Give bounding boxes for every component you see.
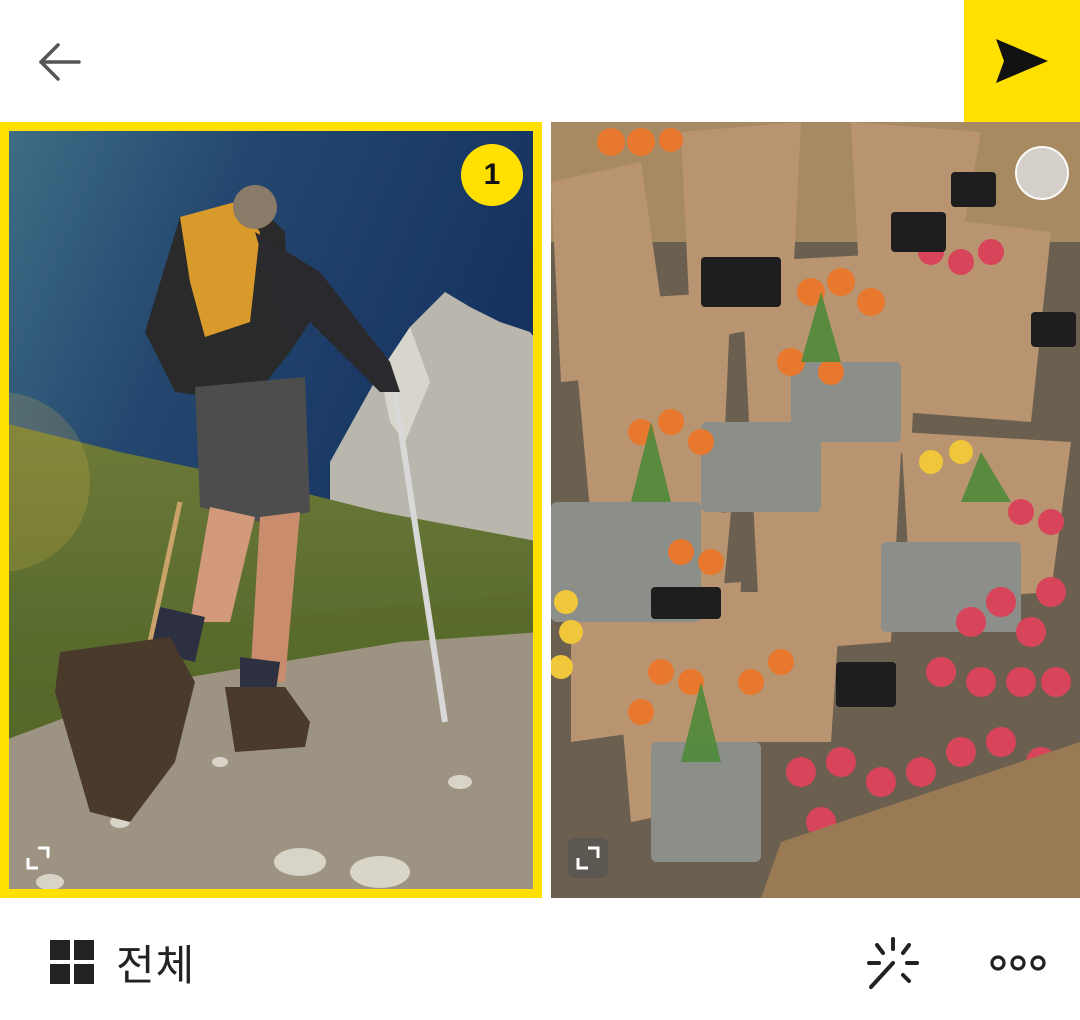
expand-icon	[576, 846, 600, 870]
expand-icon	[26, 846, 50, 870]
album-filter-all-button[interactable]: 전체	[50, 930, 195, 994]
arrow-left-icon	[39, 43, 81, 81]
album-filter-label: 전체	[116, 940, 196, 990]
top-bar	[0, 0, 1080, 122]
magic-sparkle-icon	[867, 937, 919, 989]
expand-preview-button[interactable]	[568, 838, 608, 878]
expand-preview-button[interactable]	[18, 838, 58, 878]
magic-edit-button[interactable]	[862, 932, 924, 994]
grid-icon	[50, 940, 94, 984]
select-photo-circle[interactable]	[1015, 146, 1069, 200]
hiker-photo	[0, 122, 542, 898]
back-button[interactable]	[20, 22, 100, 102]
photo-tile-tulips[interactable]	[551, 122, 1080, 898]
send-button[interactable]	[964, 0, 1080, 122]
selection-number-badge[interactable]: 1	[461, 144, 523, 206]
tulips-photo	[551, 122, 1080, 898]
photo-tile-hiker[interactable]	[0, 122, 542, 898]
send-paper-plane-icon	[996, 39, 1048, 83]
more-dots-icon	[990, 955, 1046, 971]
more-options-button[interactable]	[988, 938, 1048, 988]
